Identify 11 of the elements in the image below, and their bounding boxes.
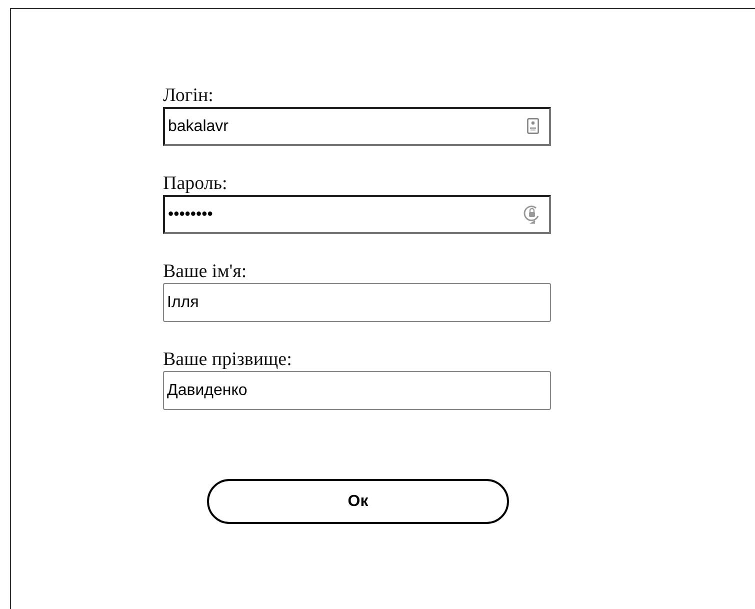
field-label: Логін: xyxy=(163,85,214,107)
password-field[interactable]: •••••••• xyxy=(163,195,551,234)
contact-card-icon[interactable] xyxy=(527,118,539,134)
lock-icon[interactable] xyxy=(523,204,541,224)
field-label: Ваше прізвище: xyxy=(163,349,292,371)
input-field[interactable]: bakalavr xyxy=(163,107,551,146)
field-label: Ваше ім'я: xyxy=(163,261,247,283)
field-label: Пароль: xyxy=(163,173,228,195)
input-field[interactable]: Давиденко xyxy=(163,371,551,410)
ok-button[interactable]: Ок xyxy=(207,479,509,524)
input-field[interactable]: Ілля xyxy=(163,283,551,322)
